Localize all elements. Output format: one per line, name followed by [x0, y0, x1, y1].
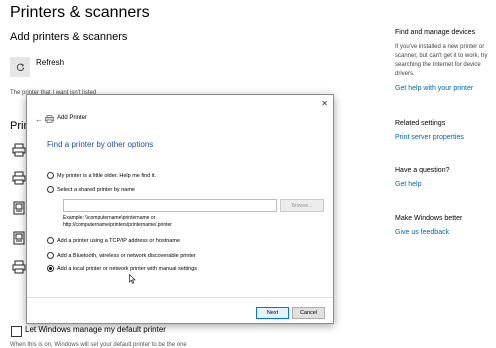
question-title: Have a question? [395, 167, 450, 174]
option-label[interactable]: My printer is a little older. Help me fi… [57, 173, 156, 179]
close-icon[interactable]: ✕ [321, 99, 328, 108]
manage-default-printer-checkbox[interactable] [11, 326, 22, 337]
refresh-button[interactable] [10, 57, 30, 77]
refresh-icon [16, 63, 24, 71]
dialog-title: Add Printer [57, 115, 88, 121]
dialog-heading: Find a printer by other options [47, 140, 154, 149]
printer-icon[interactable] [12, 143, 26, 157]
radio-button[interactable] [47, 186, 54, 193]
make-windows-better-title: Make Windows better [395, 215, 463, 222]
get-help-link[interactable]: Get help [395, 181, 421, 188]
option-older-printer[interactable]: My printer is a little older. Help me fi… [47, 172, 156, 179]
option-bluetooth-wireless[interactable]: Add a Bluetooth, wireless or network dis… [47, 252, 196, 259]
printer-icon[interactable] [12, 260, 26, 274]
option-label[interactable]: Add a local printer or network printer w… [57, 266, 197, 272]
option-label[interactable]: Add a Bluetooth, wireless or network dis… [57, 253, 196, 259]
shared-printer-name-input[interactable] [63, 199, 277, 212]
option-local-manual[interactable]: Add a local printer or network printer w… [47, 265, 197, 272]
mouse-cursor-icon [129, 274, 136, 284]
cancel-button[interactable]: Cancel [292, 307, 325, 319]
printer-icon [45, 115, 54, 123]
refresh-label[interactable]: Refresh [36, 58, 64, 67]
radio-button[interactable] [47, 172, 54, 179]
manage-default-printer-label[interactable]: Let Windows manage my default printer [25, 325, 166, 334]
related-settings-title: Related settings [395, 120, 446, 127]
page-title: Printers & scanners [10, 4, 150, 21]
fax-icon[interactable] [12, 231, 26, 245]
next-button[interactable]: Next [256, 307, 289, 319]
radio-button[interactable] [47, 237, 54, 244]
example-text-line-2: http://computername/printers/printername… [63, 222, 172, 228]
find-manage-text: If you've installed a new printer or sca… [395, 44, 488, 77]
dialog-divider [27, 297, 333, 298]
example-text-line-1: Example: \\computername\printername or [63, 215, 156, 221]
radio-button[interactable] [47, 252, 54, 259]
back-arrow-icon[interactable]: ← [35, 115, 43, 124]
find-manage-title: Find and manage devices [395, 29, 476, 36]
radio-button-selected[interactable] [47, 265, 54, 272]
printer-icon[interactable] [12, 171, 26, 185]
option-tcp-ip[interactable]: Add a printer using a TCP/IP address or … [47, 237, 180, 244]
fax-icon[interactable] [12, 201, 26, 215]
option-shared-printer[interactable]: Select a shared printer by name [47, 186, 135, 193]
help-printer-link[interactable]: Get help with your printer [395, 85, 473, 92]
default-printer-description: When this is on, Windows will set your d… [10, 342, 187, 348]
add-printer-dialog: ✕ ← Add Printer Find a printer by other … [26, 94, 334, 324]
browse-button[interactable]: Browse... [280, 199, 324, 212]
feedback-link[interactable]: Give us feedback [395, 229, 449, 236]
print-server-link[interactable]: Print server properties [395, 134, 464, 141]
option-label[interactable]: Select a shared printer by name [57, 187, 135, 193]
add-section-title: Add printers & scanners [10, 31, 128, 43]
option-label[interactable]: Add a printer using a TCP/IP address or … [57, 238, 180, 244]
